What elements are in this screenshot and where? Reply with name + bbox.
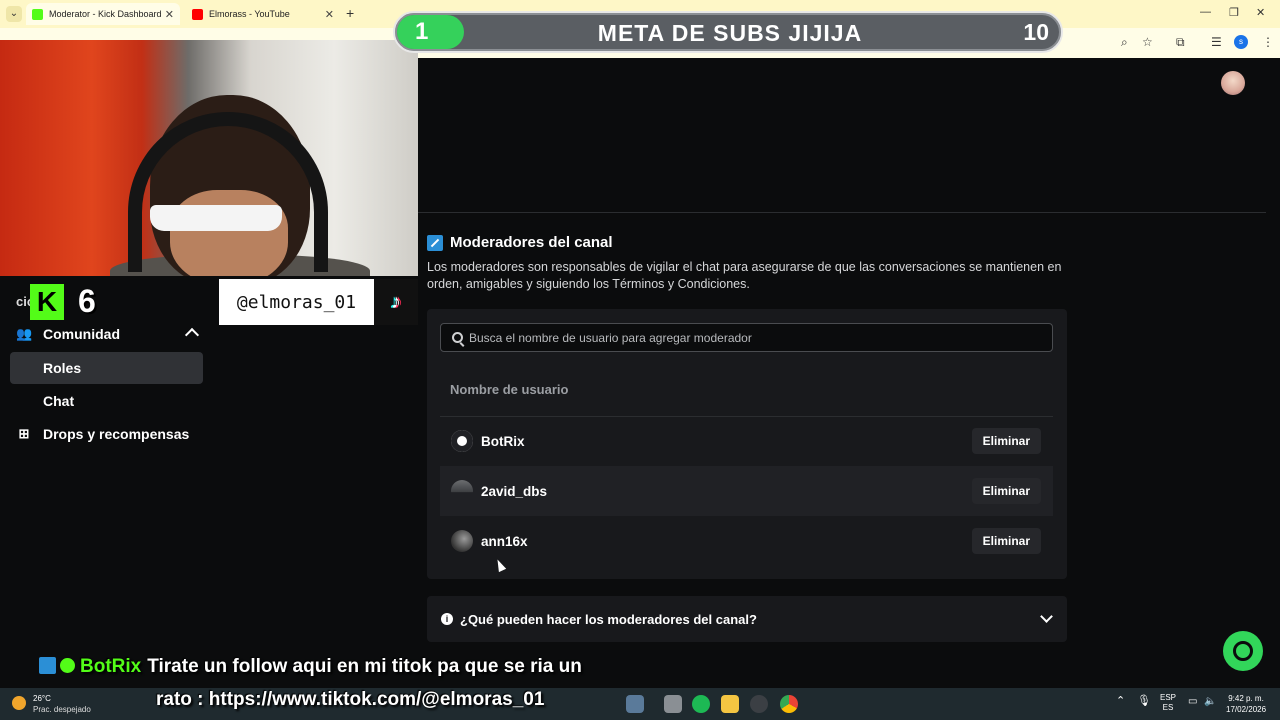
search-icon — [452, 332, 463, 343]
remove-moderator-button[interactable]: Eliminar — [971, 478, 1041, 504]
column-header-username: Nombre de usuario — [450, 382, 569, 397]
headset-icon — [1233, 641, 1253, 661]
chat-message-continued: rato : https://www.tiktok.com/@elmoras_0… — [156, 689, 545, 710]
close-window-icon[interactable]: ✕ — [1256, 6, 1265, 19]
language-code: ESP — [1160, 693, 1177, 702]
tray-chevron-icon[interactable]: ⌃ — [1116, 696, 1125, 707]
verified-badge-icon — [60, 658, 75, 673]
taskview-icon[interactable] — [626, 695, 644, 713]
sidebar-item-label: Drops y recompensas — [43, 426, 190, 442]
restore-icon[interactable]: ❐ — [1229, 6, 1239, 19]
screen: ⌄ Moderator - Kick Dashboard ✕ Elmorass … — [0, 0, 1280, 720]
clock-date: 17/02/2026 — [1226, 705, 1267, 714]
weather-icon[interactable] — [12, 696, 26, 710]
tiktok-handle: @elmoras_01 — [219, 279, 374, 325]
table-row: ann16x Eliminar — [440, 516, 1053, 566]
faq-accordion[interactable]: i ¿Qué pueden hacer los moderadores del … — [427, 596, 1067, 642]
moderator-sword-icon — [427, 234, 443, 251]
username: 2avid_dbs — [481, 483, 548, 499]
profile-avatar[interactable]: s — [1234, 35, 1248, 49]
obs-icon[interactable] — [750, 695, 768, 713]
avatar — [451, 480, 473, 502]
username: ann16x — [481, 533, 528, 549]
faq-question: ¿Qué pueden hacer los moderadores del ca… — [460, 611, 757, 627]
kick-follower-count: 6 — [78, 283, 96, 319]
webcam-headphones — [128, 112, 328, 272]
language-indicator[interactable]: ESP ES — [1160, 693, 1176, 713]
taskbar-clock[interactable]: 9:42 p. m. 17/02/2026 — [1226, 693, 1266, 715]
bookmark-star-icon[interactable]: ☆ — [1142, 35, 1153, 49]
avatar — [451, 530, 473, 552]
sidebar-item-label: Chat — [43, 393, 75, 409]
goal-title: META DE SUBS JIJIJA — [597, 20, 863, 46]
app-icon[interactable] — [664, 695, 682, 713]
kick-icon — [32, 8, 43, 20]
sidebar-item-comunidad[interactable]: 👥 Comunidad — [10, 318, 203, 350]
menu-kebab-icon[interactable]: ⋮ — [1262, 35, 1274, 49]
remove-moderator-button[interactable]: Eliminar — [971, 528, 1041, 554]
table-row: BotRix Eliminar — [440, 416, 1053, 466]
chat-username: BotRix — [80, 656, 142, 677]
section-title-text: Moderadores del canal — [450, 234, 613, 251]
username: BotRix — [481, 433, 525, 449]
weather-description: Prac. despejado — [33, 705, 91, 714]
file-explorer-icon[interactable] — [721, 695, 739, 713]
tab-label: Moderator - Kick Dashboard — [49, 9, 162, 19]
section-title: Moderadores del canal — [427, 234, 613, 251]
zoom-icon[interactable]: ⌕ — [1121, 35, 1128, 50]
spotify-icon[interactable] — [692, 695, 710, 713]
chat-overlay-line: BotRix Tirate un follow aqui en mi titok … — [39, 656, 582, 678]
chat-message: Tirate un follow aqui en mi titok pa que… — [147, 656, 582, 677]
media-controls-icon[interactable]: ☰ — [1211, 35, 1222, 49]
info-icon: i — [441, 613, 453, 625]
sidebar-item-label: Roles — [43, 360, 82, 376]
close-icon[interactable]: ✕ — [325, 8, 334, 21]
new-tab-button[interactable]: + — [346, 5, 354, 21]
tiktok-icon: ♪ — [374, 279, 418, 325]
network-icon[interactable]: ▭ — [1188, 697, 1197, 707]
volume-icon[interactable]: 🔈 — [1204, 697, 1216, 707]
search-field[interactable] — [440, 323, 1053, 352]
goal-target: 10 — [1023, 19, 1049, 45]
community-icon: 👥 — [16, 326, 33, 341]
sidebar-item-label: Comunidad — [43, 326, 120, 342]
help-button[interactable] — [1223, 631, 1263, 671]
tab-kick-dashboard[interactable]: Moderator - Kick Dashboard ✕ — [26, 3, 180, 25]
tab-label: Elmorass - YouTube — [209, 9, 290, 19]
search-input[interactable] — [469, 330, 1029, 345]
chrome-icon[interactable] — [780, 695, 798, 713]
webcam-overlay — [0, 40, 418, 276]
chevron-down-icon — [1040, 610, 1053, 623]
remove-moderator-button[interactable]: Eliminar — [971, 428, 1041, 454]
table-row: 2avid_dbs Eliminar — [440, 466, 1053, 516]
tab-search-chevron-icon[interactable]: ⌄ — [6, 6, 22, 22]
microphone-icon[interactable]: 🎙 — [1137, 696, 1151, 707]
clock-time: 9:42 p. m. — [1228, 694, 1264, 703]
user-avatar[interactable] — [1221, 71, 1245, 95]
chevron-up-icon — [184, 327, 200, 343]
kick-logo-icon: K — [30, 284, 64, 320]
avatar — [451, 430, 473, 452]
keyboard-layout: ES — [1162, 703, 1174, 712]
sidebar-item-chat[interactable]: Chat — [10, 385, 203, 417]
moderator-badge-icon — [39, 657, 56, 674]
weather-temperature: 26°C — [33, 694, 51, 703]
sidebar-item-drops[interactable]: ⊞ Drops y recompensas — [10, 418, 203, 450]
tab-youtube[interactable]: Elmorass - YouTube ✕ — [186, 3, 340, 25]
youtube-icon — [192, 8, 203, 20]
extensions-icon[interactable]: ⧉ — [1176, 35, 1185, 50]
subs-goal-bar: 1 META DE SUBS JIJIJA 10 — [393, 11, 1063, 53]
gift-icon: ⊞ — [18, 426, 30, 441]
header-divider — [418, 212, 1266, 213]
sidebar-item-roles[interactable]: Roles — [10, 352, 203, 384]
close-icon[interactable]: ✕ — [165, 8, 174, 21]
section-description: Los moderadores son responsables de vigi… — [427, 260, 1062, 291]
minimize-icon[interactable]: — — [1200, 6, 1211, 18]
